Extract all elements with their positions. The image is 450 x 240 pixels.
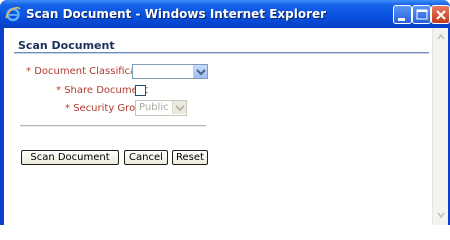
security-group-select: Public <box>135 100 187 116</box>
form-divider <box>20 125 206 127</box>
cancel-button[interactable]: Cancel <box>124 150 168 165</box>
page-content: Scan Document * Document Classification … <box>4 28 448 225</box>
maximize-button[interactable] <box>412 5 431 24</box>
title-bar[interactable]: Scan Document - Windows Internet Explore… <box>0 0 450 28</box>
scan-document-button[interactable]: Scan Document <box>21 150 119 165</box>
minimize-icon <box>398 18 405 21</box>
minimize-button[interactable] <box>393 5 412 24</box>
reset-button[interactable]: Reset <box>172 150 208 165</box>
required-marker: * <box>56 85 61 96</box>
section-title: Scan Document <box>18 39 115 52</box>
window-title: Scan Document - Windows Internet Explore… <box>26 7 327 21</box>
section-divider <box>14 52 429 54</box>
scroll-down-arrow-icon[interactable] <box>434 208 448 222</box>
dropdown-arrow <box>172 101 186 114</box>
close-icon <box>436 10 446 20</box>
internet-explorer-icon <box>5 7 21 22</box>
chevron-down-icon <box>175 105 185 112</box>
dropdown-arrow[interactable] <box>193 65 207 78</box>
browser-window: Scan Document - Windows Internet Explore… <box>0 0 450 225</box>
maximize-icon <box>416 9 428 20</box>
required-marker: * <box>65 103 70 114</box>
required-marker: * <box>26 66 31 77</box>
scroll-up-arrow-icon[interactable] <box>434 30 448 44</box>
security-group-value: Public <box>139 102 169 113</box>
document-classification-select[interactable] <box>132 64 208 79</box>
close-button[interactable] <box>431 5 450 24</box>
vertical-scrollbar[interactable] <box>432 28 448 225</box>
share-document-checkbox[interactable] <box>135 85 146 96</box>
chevron-down-icon <box>196 69 206 76</box>
